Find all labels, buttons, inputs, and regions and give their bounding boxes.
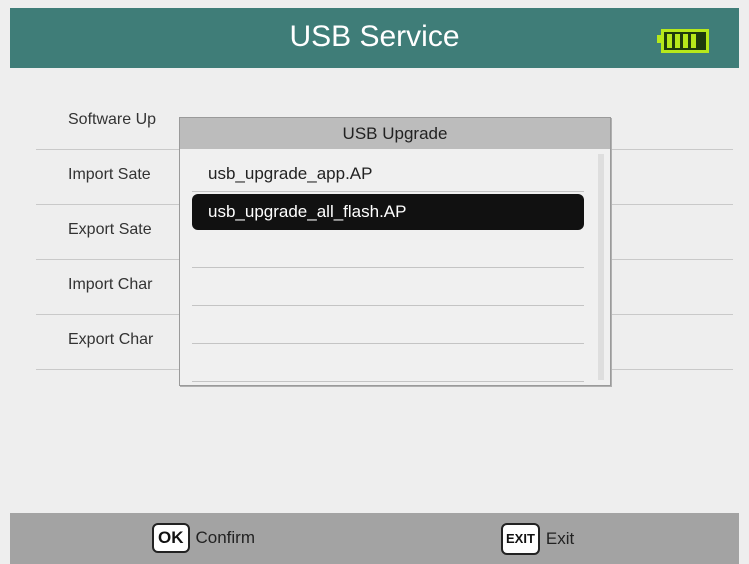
battery-body [661,29,709,53]
confirm-hint[interactable]: OK Confirm [152,523,255,553]
file-item-selected[interactable]: usb_upgrade_all_flash.AP [192,194,584,230]
usb-service-screen: USB Service Software Up Import Sate Expo… [0,0,749,564]
exit-label: Exit [545,529,575,548]
ok-key-icon: OK [152,523,190,553]
battery-full-icon [657,29,709,53]
usb-upgrade-dialog: USB Upgrade usb_upgrade_app.AP usb_upgra… [179,117,611,386]
menu-item-label: Export Sate [68,221,152,238]
confirm-label: Confirm [195,528,256,547]
menu-item-label: Export Char [68,331,154,348]
menu-item-label: Software Up [68,111,157,128]
page-title: USB Service [289,20,460,53]
dialog-title: USB Upgrade [180,118,610,149]
file-item-empty [192,270,584,306]
menu-item-label: Import Char [68,276,153,293]
header-bar: USB Service [10,8,739,68]
file-item[interactable]: usb_upgrade_app.AP [192,156,584,192]
file-item-label: usb_upgrade_app.AP [208,164,373,183]
exit-hint[interactable]: EXIT Exit [501,523,574,555]
menu-item-label: Import Sate [68,166,151,183]
battery-bar [683,34,688,48]
file-item-empty [192,346,584,382]
file-item-empty [192,308,584,344]
battery-bar [667,34,672,48]
dialog-scrollbar[interactable] [598,154,604,380]
battery-bar [675,34,680,48]
file-item-empty [192,232,584,268]
battery-bar [691,34,696,48]
file-item-label: usb_upgrade_all_flash.AP [208,202,407,221]
exit-key-icon: EXIT [501,523,540,555]
file-list: usb_upgrade_app.AP usb_upgrade_all_flash… [192,156,584,384]
footer-bar: OK Confirm EXIT Exit [10,513,739,564]
